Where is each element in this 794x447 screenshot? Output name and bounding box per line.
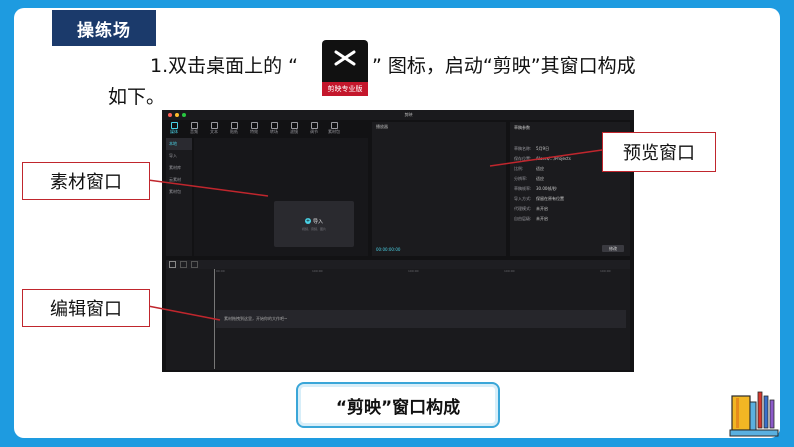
capcut-icon-label: 剪映专业版: [322, 82, 368, 96]
toolbar-tab-label: 转场: [270, 128, 278, 134]
effects-icon: [250, 121, 258, 129]
prop-key: 草稿帧率:: [514, 186, 532, 191]
material-panel: + 导入 视频、音频、图片: [194, 138, 368, 256]
filter-icon: [290, 121, 298, 129]
prop-key: 保存位置:: [514, 156, 532, 161]
redo-icon[interactable]: [191, 261, 198, 268]
left-nav-item[interactable]: 云素材: [166, 174, 192, 186]
ruler-mark: 100:00: [600, 269, 611, 273]
prop-value: 适应: [536, 176, 544, 181]
prop-value: 适应: [536, 166, 544, 171]
media-icon: [170, 121, 178, 129]
toolbar-tab-package[interactable]: 素材包: [326, 121, 342, 135]
toolbar-tab-label: 贴纸: [230, 128, 238, 134]
toolbar-tab-text[interactable]: 文本: [206, 121, 222, 135]
toolbar-tab-label: 素材包: [328, 128, 340, 134]
playhead[interactable]: [214, 269, 215, 369]
player-title: 播放器: [376, 124, 388, 129]
capcut-app-icon: 剪映专业版: [322, 40, 368, 96]
prop-value: 30.00帧/秒: [536, 186, 557, 191]
ruler-mark: 100:00: [504, 269, 515, 273]
toolbar-tab-effects[interactable]: 特效: [246, 121, 262, 135]
prop-value: /Users/.../Projects: [536, 156, 571, 161]
undo-icon[interactable]: [180, 261, 187, 268]
modify-button[interactable]: 修改: [602, 245, 624, 252]
ruler-mark: 100:00: [408, 269, 419, 273]
instruction-suffix: ” 图标，启动“剪映”其窗口构成: [372, 55, 636, 77]
left-nav-item[interactable]: 导入: [166, 150, 192, 162]
left-nav-item[interactable]: 素材包: [166, 186, 192, 198]
toolbar-tab-label: 文本: [210, 128, 218, 134]
timeline-hint: 素材拖拽到这里，开始你的大作吧~: [224, 316, 288, 321]
slide-caption: “剪映”窗口构成: [296, 382, 500, 428]
instruction-prefix: 1.双击桌面上的 “: [150, 55, 299, 77]
window-titlebar: 剪映: [162, 110, 634, 120]
import-label: 导入: [312, 218, 323, 225]
prop-value: 未开启: [536, 216, 548, 221]
maximize-window-icon[interactable]: [182, 113, 186, 117]
timeline-ruler: 00:00 100:00 100:00 100:00 100:00: [166, 269, 630, 275]
sticker-icon: [230, 121, 238, 129]
callout-material: 素材窗口: [22, 162, 150, 200]
text-icon: [210, 121, 218, 129]
preview-panel: 播放器 00:00:00:00: [372, 122, 506, 256]
minimize-window-icon[interactable]: [175, 113, 179, 117]
prop-row: 自由层级: 未开启: [510, 214, 630, 224]
import-button[interactable]: + 导入: [304, 218, 323, 225]
prop-row: 草稿帧率: 30.00帧/秒: [510, 184, 630, 194]
window-title: 剪映: [404, 112, 413, 117]
prop-value: 5月9日: [536, 146, 550, 151]
package-icon: [330, 121, 338, 129]
books-pencils-icon: [729, 391, 779, 437]
ruler-mark: 100:00: [312, 269, 323, 273]
timeline-panel: 00:00 100:00 100:00 100:00 100:00 素材拖拽到这里，开始…: [166, 260, 630, 370]
toolbar-tab-sticker[interactable]: 贴纸: [226, 121, 242, 135]
left-nav-item[interactable]: 素材库: [166, 162, 192, 174]
toolbar-tab-label: 特效: [250, 128, 258, 134]
toolbar-tab-label: 媒体: [170, 128, 178, 134]
player-time: 00:00:00:00: [376, 247, 401, 252]
instruction-text: 1.双击桌面上的 “: [150, 52, 298, 80]
prop-row: 导入方式: 保留在原有位置: [510, 194, 630, 204]
prop-key: 代理模式:: [514, 206, 532, 211]
prop-row: 分辨率: 适应: [510, 174, 630, 184]
timeline-track[interactable]: 素材拖拽到这里，开始你的大作吧~: [216, 310, 626, 328]
prop-row: 代理模式: 未开启: [510, 204, 630, 214]
adjust-icon: [310, 121, 318, 129]
select-tool-icon[interactable]: [169, 261, 176, 268]
prop-key: 分辨率:: [514, 176, 528, 181]
left-nav: 本地 导入 素材库 云素材 素材包: [166, 138, 192, 256]
toolbar-tab-audio[interactable]: 音频: [186, 121, 202, 135]
toolbar-tab-filter[interactable]: 滤镜: [286, 121, 302, 135]
transition-icon: [270, 121, 278, 129]
section-badge: 操练场: [52, 10, 156, 46]
toolbar-tab-label: 音频: [190, 128, 198, 134]
prop-key: 导入方式:: [514, 196, 532, 201]
toolbar-tab-media[interactable]: 媒体: [166, 121, 182, 135]
plus-icon: +: [304, 218, 311, 224]
prop-key: 比例:: [514, 166, 524, 171]
slide-left-stripe: [0, 0, 14, 447]
ruler-mark: 00:00: [216, 269, 225, 273]
capcut-window: 剪映 媒体 音频 文本 贴纸 特效 转场 滤镜 调节 素材包 本地 导入 素材库 云素材 素材包 + 导…: [162, 110, 634, 372]
instruction-line2: 如下。: [108, 86, 166, 108]
prop-value: 未开启: [536, 206, 548, 211]
capcut-logo-icon: [334, 50, 356, 66]
close-window-icon[interactable]: [168, 113, 172, 117]
toolbar-tab-label: 滤镜: [290, 128, 298, 134]
prop-key: 自由层级:: [514, 216, 532, 221]
left-nav-item[interactable]: 本地: [166, 138, 192, 150]
audio-icon: [190, 121, 198, 129]
toolbar-tab-label: 调节: [310, 128, 318, 134]
toolbar-tab-adjust[interactable]: 调节: [306, 121, 322, 135]
callout-preview: 预览窗口: [602, 132, 716, 172]
callout-editor: 编辑窗口: [22, 289, 150, 327]
import-hint: 视频、音频、图片: [301, 226, 326, 231]
timeline-toolbar: [166, 260, 630, 269]
toolbar-tab-transition[interactable]: 转场: [266, 121, 282, 135]
media-toolbar: 媒体 音频 文本 贴纸 特效 转场 滤镜 调节 素材包: [166, 121, 368, 135]
import-dropzone[interactable]: + 导入 视频、音频、图片: [274, 201, 354, 247]
prop-key: 草稿名称:: [514, 146, 532, 151]
prop-value: 保留在原有位置: [536, 196, 564, 201]
